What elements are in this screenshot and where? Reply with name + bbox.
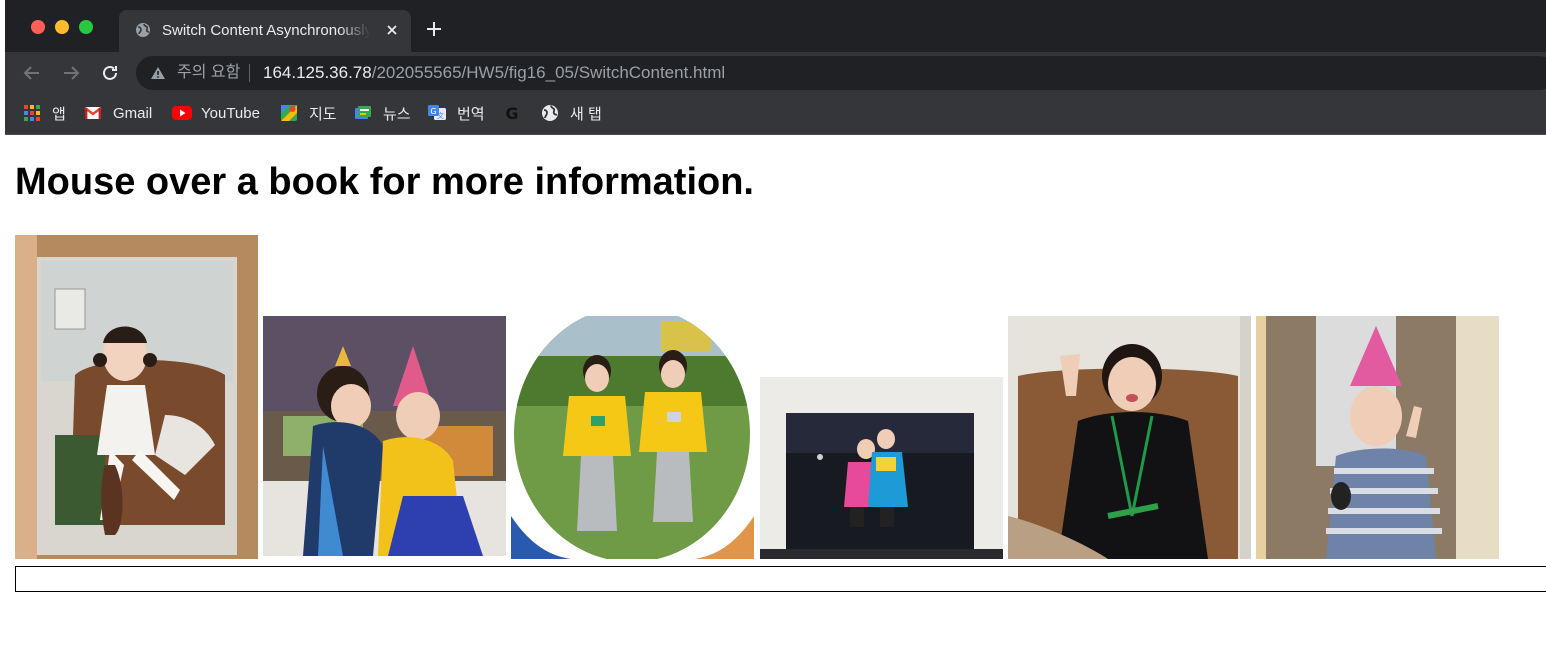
bookmark-youtube[interactable]: YouTube — [172, 103, 260, 123]
minimize-window-button[interactable] — [55, 20, 69, 34]
youtube-icon — [172, 104, 192, 122]
photo-3[interactable] — [511, 316, 754, 559]
forward-button[interactable] — [61, 63, 81, 83]
back-button[interactable] — [22, 63, 42, 83]
photo-6[interactable] — [1256, 316, 1499, 559]
close-window-button[interactable] — [31, 20, 45, 34]
bookmark-label: 뉴스 — [383, 105, 411, 123]
bookmark-news[interactable]: 뉴스 — [354, 103, 411, 123]
svg-text:G: G — [505, 104, 518, 122]
browser-chrome: Switch Content Asynchronously 주의 요함 164.… — [5, 0, 1546, 135]
photo-5[interactable] — [1008, 316, 1251, 559]
new-tab-button[interactable] — [425, 20, 443, 38]
svg-text:G: G — [430, 107, 436, 116]
url-path: /202055565/HW5/fig16_05/SwitchContent.ht… — [371, 63, 726, 82]
toolbar: 주의 요함 164.125.36.78/202055565/HW5/fig16_… — [5, 52, 1546, 94]
bookmark-label: 번역 — [457, 105, 485, 123]
security-label[interactable]: 주의 요함 — [177, 64, 240, 82]
reload-button[interactable] — [100, 63, 120, 83]
close-tab-icon[interactable] — [383, 21, 401, 39]
gmail-icon — [84, 104, 102, 122]
bookmark-label: 앱 — [52, 105, 66, 123]
book-info-box — [15, 566, 1546, 592]
apps-grid-icon — [23, 104, 41, 122]
url-host: 164.125.36.78 — [263, 63, 372, 82]
warning-icon[interactable] — [150, 66, 166, 80]
photo-4[interactable] — [760, 377, 1003, 559]
bookmark-gmail[interactable]: Gmail — [84, 103, 152, 123]
url-text[interactable]: 164.125.36.78/202055565/HW5/fig16_05/Swi… — [263, 63, 725, 83]
bookmark-label: 지도 — [309, 105, 337, 123]
bookmark-label: Gmail — [113, 104, 153, 122]
bookmark-maps[interactable]: 지도 — [280, 103, 337, 123]
bookmarks-bar: 앱 Gmail YouTube 지도 뉴스 G 文 번역 G 새 탭 — [5, 94, 1546, 135]
g-letter-icon: G — [503, 104, 521, 123]
news-icon — [354, 104, 372, 122]
globe-icon — [541, 104, 559, 122]
page-heading: Mouse over a book for more information. — [15, 161, 754, 203]
bookmark-translate[interactable]: G文 번역 — [428, 103, 485, 123]
bookmark-apps[interactable]: 앱 — [23, 103, 66, 123]
bookmark-new-tab[interactable]: 새 탭 — [541, 103, 602, 123]
svg-text:文: 文 — [437, 111, 444, 120]
bookmark-label: YouTube — [201, 104, 260, 122]
address-separator — [249, 64, 250, 82]
photo-1[interactable] — [15, 235, 258, 559]
tab-title: Switch Content Asynchronously — [162, 22, 370, 39]
page-content: Mouse over a book for more information. — [5, 135, 1546, 672]
address-bar[interactable]: 주의 요함 164.125.36.78/202055565/HW5/fig16_… — [136, 56, 1546, 90]
bookmark-g[interactable]: G — [503, 103, 532, 123]
maps-icon — [280, 104, 298, 122]
tab-active[interactable]: Switch Content Asynchronously — [119, 10, 411, 52]
bookmark-label: 새 탭 — [570, 105, 602, 123]
photo-2[interactable] — [263, 316, 506, 556]
zoom-window-button[interactable] — [79, 20, 93, 34]
globe-icon — [135, 22, 151, 38]
translate-icon: G文 — [428, 104, 446, 122]
tab-strip: Switch Content Asynchronously — [5, 0, 1546, 52]
